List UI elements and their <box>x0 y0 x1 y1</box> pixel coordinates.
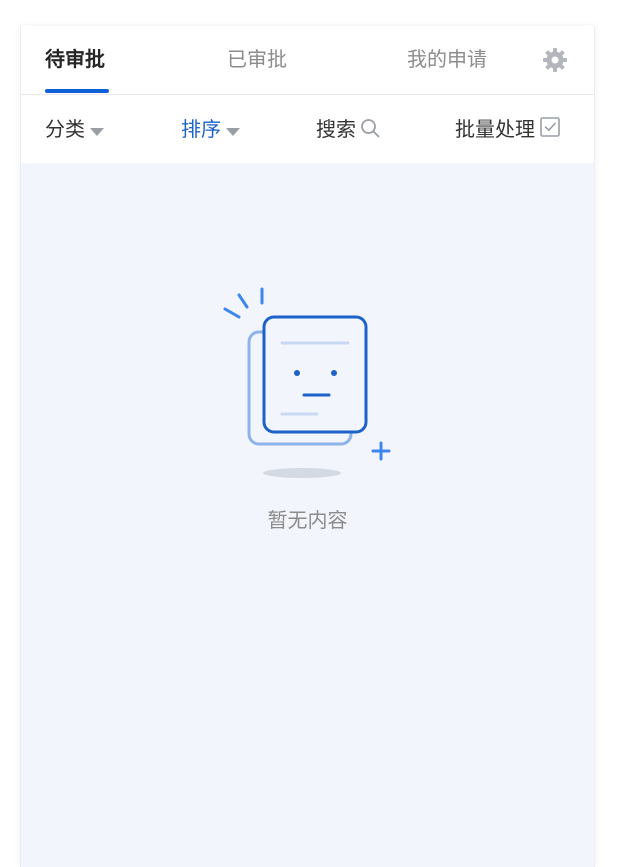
batch-process-button[interactable]: 批量处理 <box>455 95 561 163</box>
tab-bar: 待审批 已审批 我的申请 <box>21 26 594 95</box>
sort-filter-label: 排序 <box>181 117 221 141</box>
caret-down-icon <box>89 97 105 165</box>
batch-process-label: 批量处理 <box>455 117 535 141</box>
approval-panel: 待审批 已审批 我的申请 分类 排序 搜索 批量处理 暂无内容 <box>20 26 595 867</box>
tab-pending[interactable]: 待审批 <box>45 26 105 94</box>
search-label: 搜索 <box>316 117 356 141</box>
gear-icon[interactable] <box>542 47 568 73</box>
category-filter-label: 分类 <box>45 117 85 141</box>
search-icon <box>360 97 380 165</box>
tab-approved[interactable]: 已审批 <box>227 26 287 94</box>
caret-down-icon <box>225 97 241 165</box>
category-filter-button[interactable]: 分类 <box>45 95 105 163</box>
sort-filter-button[interactable]: 排序 <box>181 95 241 163</box>
tab-my-requests[interactable]: 我的申请 <box>407 26 487 94</box>
filter-bar: 分类 排序 搜索 批量处理 <box>21 95 594 163</box>
search-button[interactable]: 搜索 <box>316 95 380 163</box>
empty-document-icon <box>219 282 394 486</box>
checkbox-icon <box>539 97 561 165</box>
empty-state-message: 暂无内容 <box>267 508 348 532</box>
active-tab-indicator <box>45 89 109 93</box>
